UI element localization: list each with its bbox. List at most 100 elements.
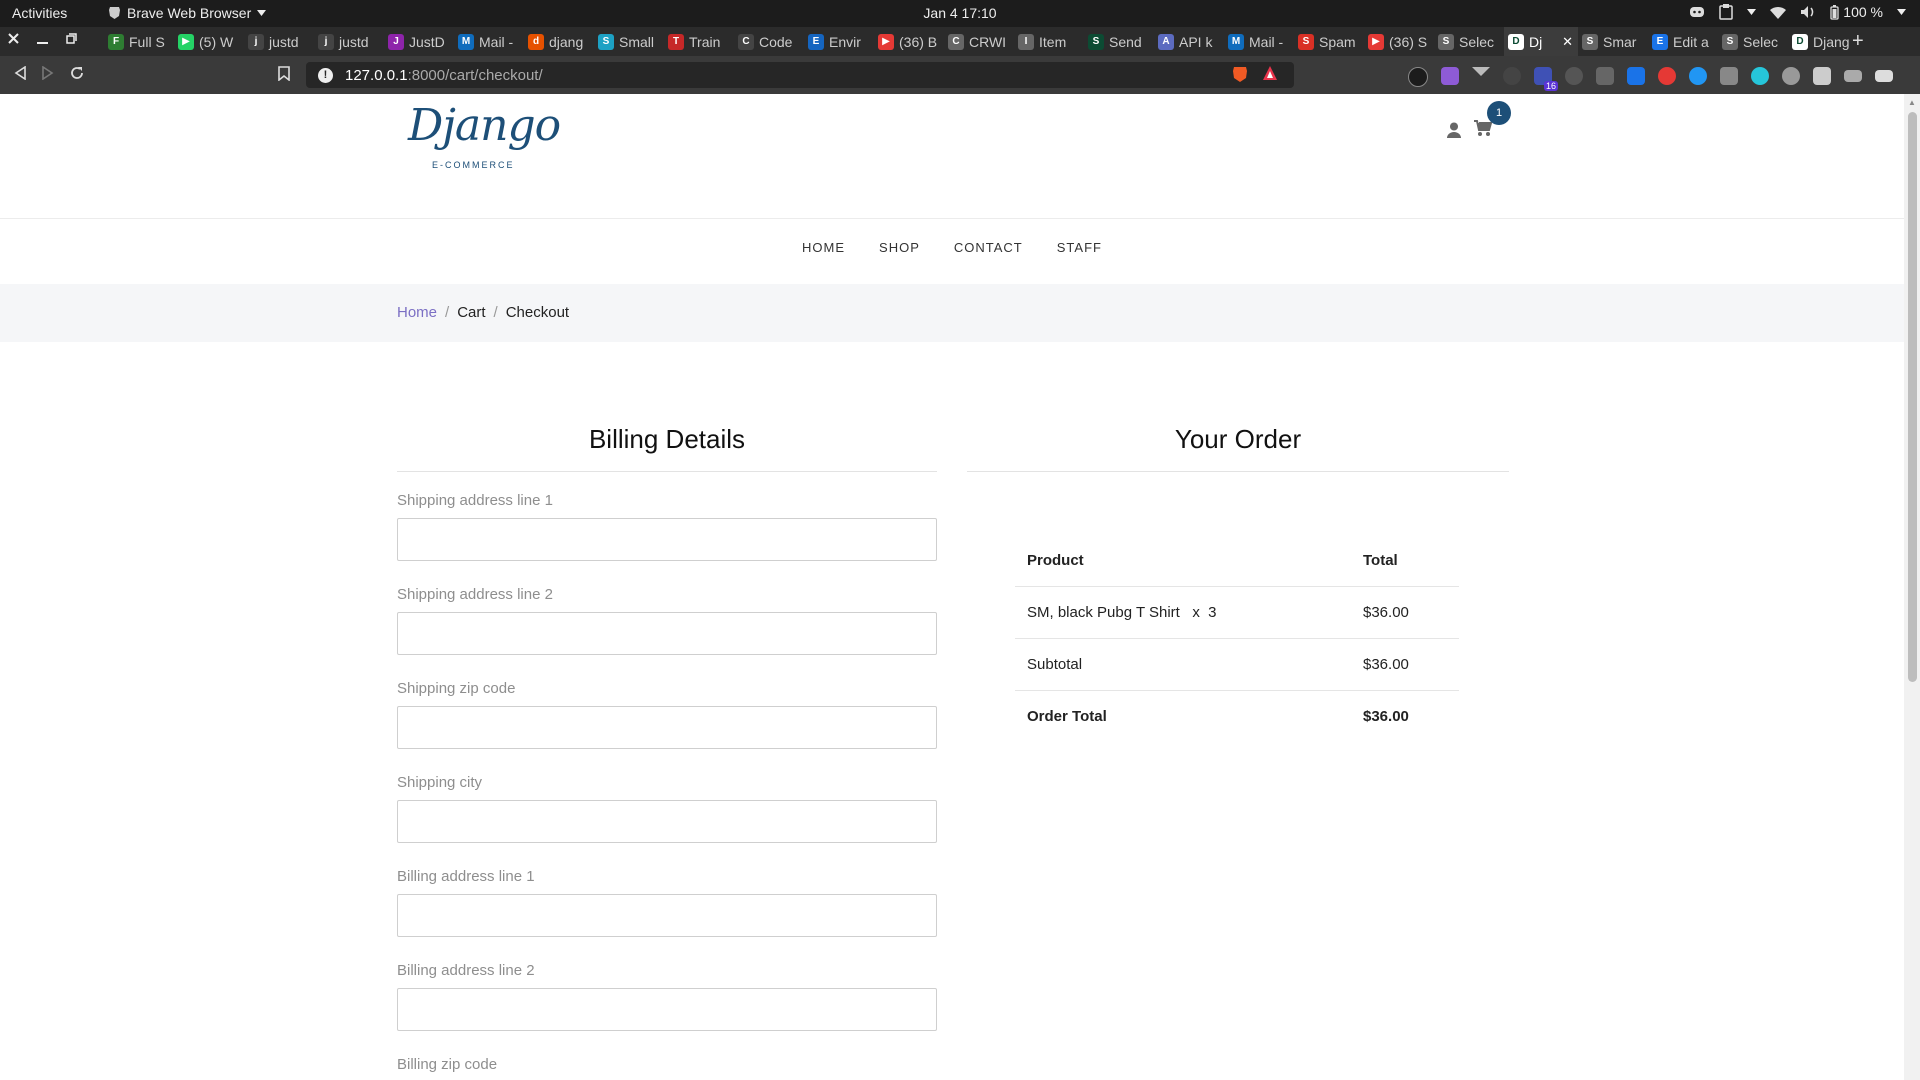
vue-devtools-icon[interactable] (1472, 67, 1490, 76)
order-divider (967, 471, 1509, 472)
billing-zip-group: Billing zip code (397, 1056, 937, 1080)
shipping-address-1-input[interactable] (397, 518, 937, 561)
browser-tab[interactable]: M Mail - (454, 27, 524, 56)
cart-icon[interactable] (1474, 120, 1492, 137)
browser-tab[interactable]: E Edit a (1648, 27, 1718, 56)
clock[interactable]: Jan 4 17:10 (923, 5, 996, 21)
nav-shop[interactable]: SHOP (879, 240, 920, 255)
browser-tab[interactable]: S Spam (1294, 27, 1364, 56)
minimize-window-icon[interactable] (37, 33, 48, 44)
user-icon[interactable] (1447, 122, 1461, 138)
browser-tab-title: Selec (1459, 33, 1495, 50)
github-icon: j (318, 33, 334, 50)
browser-tab[interactable]: j justd (244, 27, 314, 56)
system-tray[interactable]: 100 % (1689, 4, 1906, 20)
browser-tab[interactable]: M Mail - (1224, 27, 1294, 56)
breadcrumb-cart[interactable]: Cart (457, 304, 485, 321)
site-info-icon[interactable]: ! (318, 67, 333, 83)
close-tab-icon[interactable]: ✕ (1562, 34, 1573, 50)
browser-tab[interactable]: ▶ (36) B (874, 27, 944, 56)
browser-tab[interactable]: T Train (664, 27, 734, 56)
react-devtools-icon[interactable] (1503, 67, 1521, 85)
browser-tab[interactable]: I Item (1014, 27, 1084, 56)
breadcrumb-home[interactable]: Home (397, 304, 437, 321)
translate-icon[interactable] (1627, 67, 1645, 85)
back-icon[interactable] (14, 66, 26, 80)
extension-purple-icon[interactable] (1441, 67, 1459, 85)
browser-tab[interactable]: j justd (314, 27, 384, 56)
m-extension-icon[interactable] (1751, 67, 1769, 85)
windows-icon[interactable] (1720, 67, 1738, 85)
nav-staff[interactable]: STAFF (1057, 240, 1102, 255)
menu-icon[interactable] (1875, 70, 1893, 82)
shipping-city-label: Shipping city (397, 774, 483, 791)
django-icon: D (1508, 33, 1524, 50)
forward-icon[interactable] (42, 66, 54, 80)
address-bar[interactable]: ! 127.0.0.1:8000/cart/checkout/ (306, 62, 1294, 88)
site-logo[interactable]: Django E-COMMERCE (408, 100, 561, 180)
browser-tab[interactable]: F Full S (104, 27, 174, 56)
order-item-product: SM, black Pubg T Shirt x 3 (1015, 586, 1351, 639)
nav-home[interactable]: HOME (802, 240, 845, 255)
s-icon: S (598, 33, 614, 50)
browser-tab[interactable]: C CRWI (944, 27, 1014, 56)
browser-tab[interactable]: E Envir (804, 27, 874, 56)
tab-strip: F Full S ▶ (5) Wj justd j justd J JustD M Mail -dd… (0, 27, 1920, 56)
youtube-icon: ▶ (878, 33, 894, 50)
browser-tab[interactable]: S Selec (1434, 27, 1504, 56)
browser-tab[interactable]: S Selec (1718, 27, 1788, 56)
bird-icon[interactable] (1689, 67, 1707, 85)
brave-rewards-icon[interactable] (1262, 65, 1278, 81)
url-path: :8000/cart/checkout/ (407, 66, 543, 84)
restore-window-icon[interactable] (66, 33, 77, 44)
circle-extension-icon[interactable] (1782, 67, 1800, 85)
volume-icon (1801, 6, 1814, 18)
shipping-city-input[interactable] (397, 800, 937, 843)
browser-tab[interactable]: C Code (734, 27, 804, 56)
browser-tab[interactable]: S Smar (1578, 27, 1648, 56)
scrollbar-thumb[interactable] (1908, 112, 1917, 682)
browser-tab[interactable]: A API k (1154, 27, 1224, 56)
browser-tab[interactable]: d djang (524, 27, 594, 56)
browser-tab[interactable]: ▶ (36) S (1364, 27, 1434, 56)
activities-button[interactable]: Activities (12, 5, 67, 21)
target-icon[interactable] (1565, 67, 1583, 85)
billing-address-2-input[interactable] (397, 988, 937, 1031)
train-icon: T (668, 33, 684, 50)
new-tab-button[interactable]: + (1852, 30, 1864, 53)
page-scrollbar[interactable]: ▲ (1904, 94, 1920, 1080)
browser-tab-title: justd (269, 33, 299, 50)
chevron-down-icon (1747, 9, 1757, 15)
browser-tab[interactable]: S Small (594, 27, 664, 56)
browser-tab[interactable]: J JustD (384, 27, 454, 56)
app-menu-label: Brave Web Browser (127, 5, 252, 21)
chevron-down-icon (1897, 9, 1906, 15)
dark-reader-icon[interactable] (1408, 67, 1428, 87)
browser-toolbar: ! 127.0.0.1:8000/cart/checkout/ 16 (0, 56, 1920, 94)
app-menu[interactable]: Brave Web Browser (108, 5, 267, 21)
brave-shields-icon[interactable] (1232, 65, 1248, 83)
order-total-value: $36.00 (1363, 708, 1409, 725)
billing-address-1-input[interactable] (397, 894, 937, 937)
shipping-address-2-input[interactable] (397, 612, 937, 655)
browser-tab[interactable]: ▶ (5) W (174, 27, 244, 56)
close-window-icon[interactable] (8, 33, 19, 44)
playlist-icon[interactable] (1844, 70, 1862, 82)
browser-tab[interactable]: D Dj ✕ (1504, 27, 1578, 56)
tab-list: F Full S ▶ (5) Wj justd j justd J JustD M Mail -dd… (104, 27, 1858, 56)
github-icon: j (248, 33, 264, 50)
cart-count-badge: 1 (1487, 101, 1511, 125)
scroll-up-icon[interactable]: ▲ (1908, 98, 1916, 107)
extension-badge-icon[interactable]: 16 (1534, 67, 1558, 91)
reload-icon[interactable] (70, 66, 84, 80)
glasses-icon[interactable] (1596, 67, 1614, 85)
browser-tab[interactable]: D Djang (1788, 27, 1858, 56)
bookmark-icon[interactable] (278, 66, 290, 81)
discord-icon (1690, 7, 1705, 17)
ublock-icon[interactable] (1658, 67, 1676, 85)
nav-contact[interactable]: CONTACT (954, 240, 1023, 255)
shipping-zip-input[interactable] (397, 706, 937, 749)
browser-tab[interactable]: S Send (1084, 27, 1154, 56)
puzzle-icon[interactable] (1813, 67, 1831, 85)
browser-tab-title: Spam (1319, 33, 1356, 50)
